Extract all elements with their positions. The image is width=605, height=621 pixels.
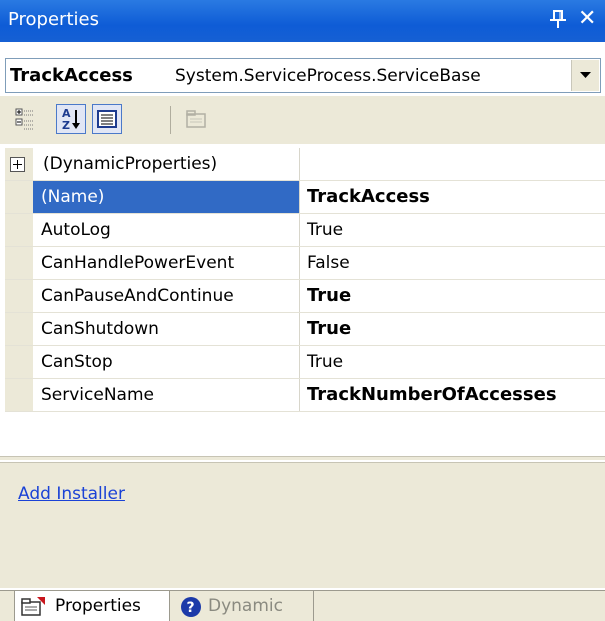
property-row-dynamicproperties[interactable]: (DynamicProperties): [5, 148, 605, 181]
svg-text:?: ?: [187, 600, 195, 616]
toolbar: A Z: [0, 96, 605, 144]
close-icon[interactable]: ✕: [578, 5, 596, 33]
tab-label: Dynamic Help: [208, 596, 283, 616]
property-row-servicename[interactable]: ServiceName TrackNumberOfAccesses: [5, 379, 605, 412]
toolbar-separator: [170, 106, 171, 134]
property-name: AutoLog: [33, 214, 300, 246]
property-row-canhandlepowerevent[interactable]: CanHandlePowerEvent False: [5, 247, 605, 280]
property-pages-button[interactable]: [180, 104, 210, 134]
property-name: CanPauseAndContinue: [33, 280, 300, 312]
row-margin: [5, 379, 33, 411]
tab-dynamic-help[interactable]: ? Dynamic Help: [174, 591, 314, 621]
property-name: CanHandlePowerEvent: [33, 247, 300, 279]
pane-splitter[interactable]: [0, 456, 605, 460]
property-value[interactable]: True: [301, 214, 605, 246]
object-name: TrackAccess: [10, 65, 133, 86]
tab-properties[interactable]: Properties: [14, 591, 170, 621]
property-row-canpauseandcontinue[interactable]: CanPauseAndContinue True: [5, 280, 605, 313]
property-row-autolog[interactable]: AutoLog True: [5, 214, 605, 247]
property-value[interactable]: True: [301, 313, 605, 345]
property-name: ServiceName: [33, 379, 300, 411]
property-row-canstop[interactable]: CanStop True: [5, 346, 605, 379]
object-selector-dropdown-button[interactable]: [571, 60, 599, 91]
row-margin: [5, 214, 33, 246]
object-type: System.ServiceProcess.ServiceBase: [175, 66, 481, 86]
property-value[interactable]: True: [301, 280, 605, 312]
add-installer-link[interactable]: Add Installer: [18, 484, 125, 504]
sort-alphabetical-icon: A Z: [62, 107, 80, 132]
row-margin: [5, 280, 33, 312]
properties-view-button[interactable]: [92, 104, 122, 134]
properties-list-icon: [97, 110, 117, 128]
property-grid: (DynamicProperties) (Name) TrackAccess A…: [5, 148, 605, 454]
categorized-icon: [15, 108, 34, 130]
row-margin: [5, 181, 33, 213]
help-icon: ?: [180, 596, 202, 621]
property-name: (Name): [33, 181, 300, 213]
title-bar: Properties ✕: [0, 0, 605, 42]
property-value[interactable]: TrackAccess: [301, 181, 605, 213]
expand-icon[interactable]: [10, 157, 25, 172]
property-row-name[interactable]: (Name) TrackAccess: [5, 181, 605, 214]
tab-strip: Properties ? Dynamic Help: [0, 590, 605, 621]
property-name: CanShutdown: [33, 313, 300, 345]
property-name: CanStop: [33, 346, 300, 378]
categorized-button[interactable]: [10, 104, 40, 134]
property-row-canshutdown[interactable]: CanShutdown True: [5, 313, 605, 346]
object-selector[interactable]: TrackAccess System.ServiceProcess.Servic…: [5, 58, 601, 93]
row-margin: [5, 247, 33, 279]
property-pages-icon: [186, 110, 206, 128]
row-margin: [5, 313, 33, 345]
tab-label: Properties: [55, 596, 141, 616]
property-value[interactable]: True: [301, 346, 605, 378]
window-title: Properties: [8, 9, 99, 30]
commands-pane: Add Installer: [0, 462, 605, 588]
row-margin: [5, 148, 33, 180]
pushpin-icon[interactable]: [548, 7, 568, 31]
property-value[interactable]: [301, 148, 605, 180]
alphabetical-button[interactable]: A Z: [56, 104, 86, 134]
property-value[interactable]: TrackNumberOfAccesses: [301, 379, 605, 411]
property-name: (DynamicProperties): [33, 148, 300, 180]
chevron-down-icon: [580, 72, 591, 78]
row-margin: [5, 346, 33, 378]
properties-icon: [21, 596, 47, 621]
property-value[interactable]: False: [301, 247, 605, 279]
svg-text:Z: Z: [62, 119, 70, 132]
